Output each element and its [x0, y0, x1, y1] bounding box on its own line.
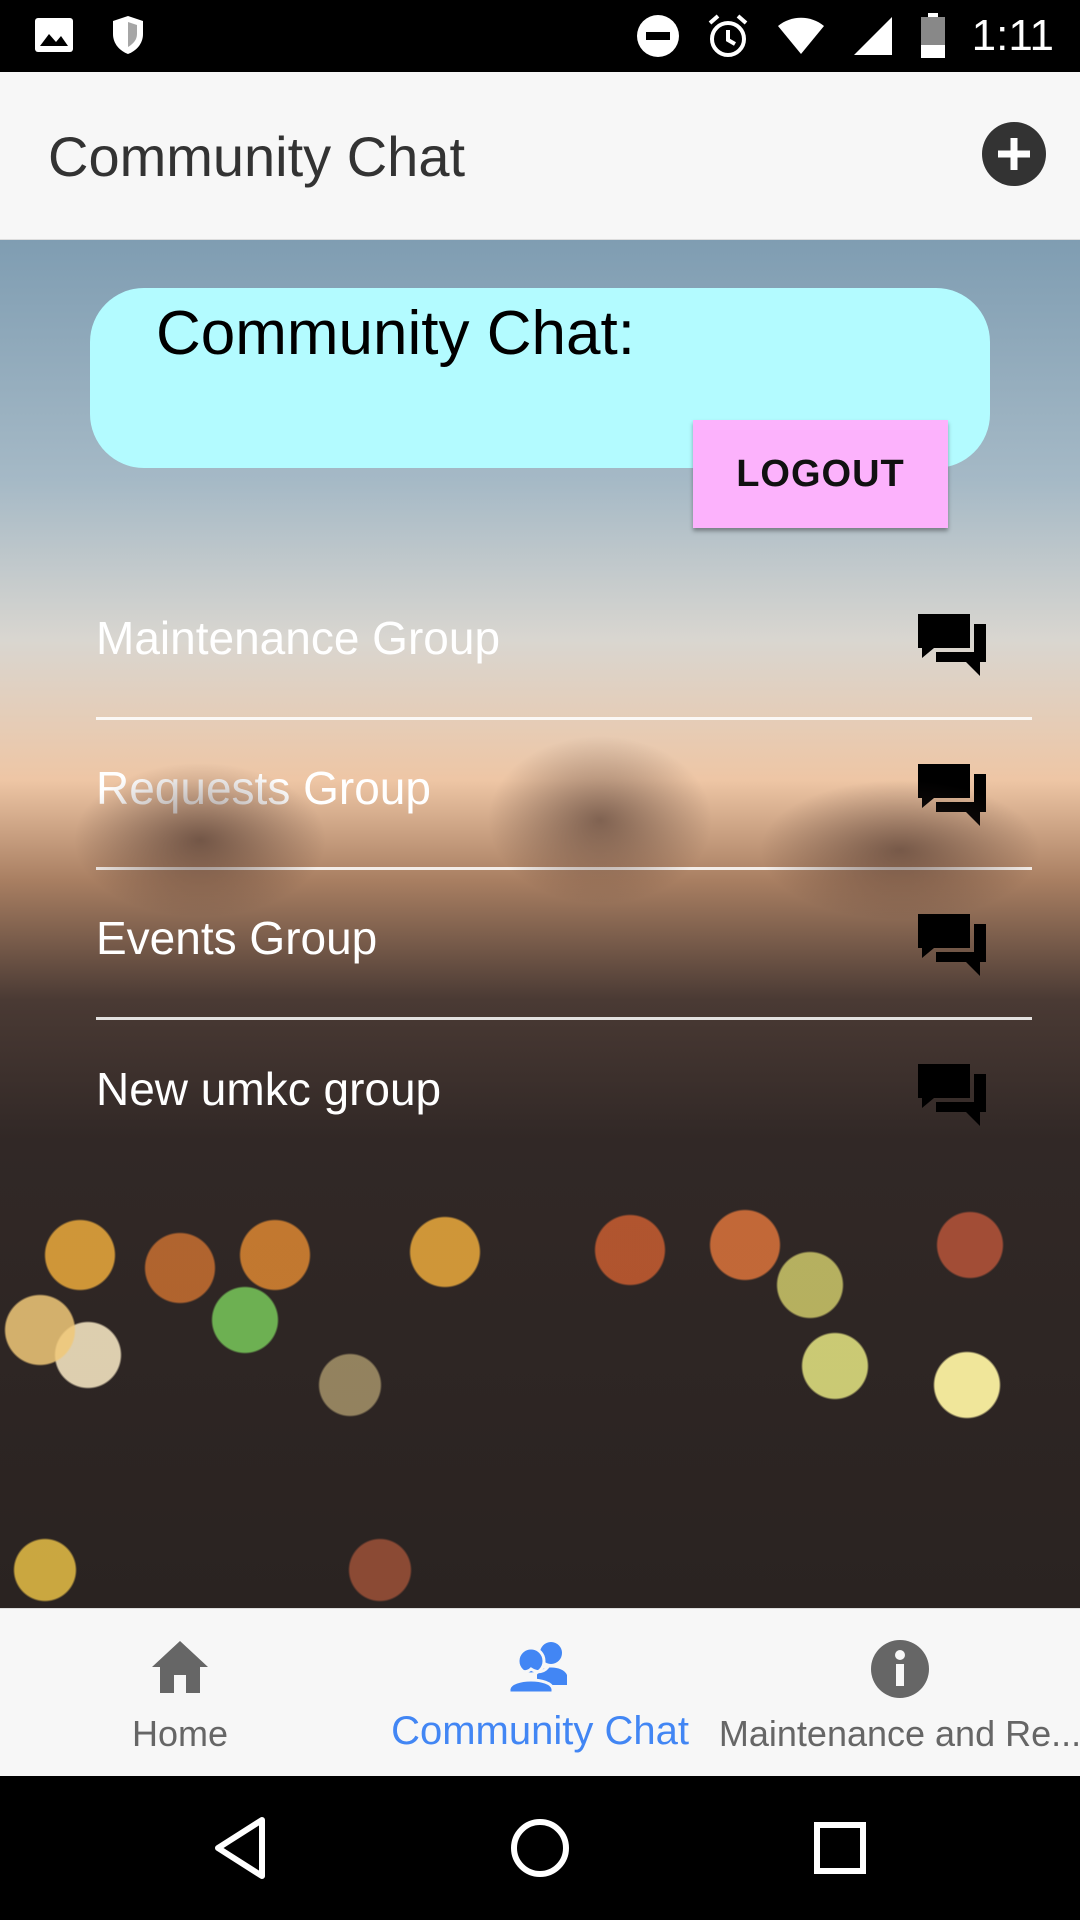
add-circle-icon[interactable]: [982, 122, 1046, 186]
shield-icon: [113, 16, 143, 54]
signal-icon: [853, 17, 892, 55]
tab-home[interactable]: Home: [0, 1609, 360, 1776]
chat-bubbles-icon[interactable]: [916, 612, 988, 678]
chat-groups-screen: Community Chat: LOGOUT Maintenance Group…: [0, 240, 1080, 1608]
bottom-nav: Home Community Chat Maintenance and Re..…: [0, 1608, 1080, 1776]
chat-bubbles-icon[interactable]: [916, 912, 988, 978]
home-circle-icon[interactable]: [508, 1816, 572, 1880]
page-title: Community Chat: [48, 125, 466, 188]
logout-button[interactable]: LOGOUT: [693, 420, 948, 528]
wifi-icon: [777, 17, 824, 54]
group-label: Requests Group: [96, 761, 431, 814]
home-icon: [152, 1641, 208, 1693]
group-item-maintenance[interactable]: Maintenance Group: [96, 570, 1032, 720]
tab-label: Community Chat: [391, 1709, 689, 1753]
info-icon: [871, 1640, 929, 1698]
tab-label: Home: [131, 1713, 229, 1754]
people-icon: [507, 1642, 567, 1695]
group-item-new-umkc[interactable]: New umkc group: [96, 1020, 1032, 1170]
group-item-events[interactable]: Events Group: [96, 870, 1032, 1020]
group-label: Maintenance Group: [96, 611, 501, 664]
group-item-requests[interactable]: Requests Group: [96, 720, 1032, 870]
do-not-disturb-icon: [636, 15, 679, 57]
system-nav-bar: [0, 1776, 1080, 1920]
image-icon: [35, 18, 73, 52]
alarm-icon: [708, 14, 747, 57]
tab-community-chat[interactable]: Community Chat: [360, 1609, 720, 1776]
battery-icon: [920, 13, 945, 58]
status-bar: 1:11: [0, 0, 1080, 72]
recents-icon[interactable]: [812, 1816, 868, 1880]
clock: 1:11: [971, 11, 1054, 60]
app-bar: Community Chat: [0, 72, 1080, 240]
group-label: Events Group: [96, 911, 378, 964]
tab-label: Maintenance and Re...: [718, 1713, 1080, 1754]
chat-bubbles-icon[interactable]: [916, 1062, 988, 1128]
chat-bubbles-icon[interactable]: [916, 762, 988, 828]
header-card-title: Community Chat:: [156, 299, 635, 368]
group-label: New umkc group: [96, 1063, 442, 1115]
group-list: Maintenance Group Requests Group Events …: [96, 570, 1032, 1170]
tab-maintenance[interactable]: Maintenance and Re...: [718, 1609, 1080, 1776]
back-icon[interactable]: [212, 1816, 268, 1880]
